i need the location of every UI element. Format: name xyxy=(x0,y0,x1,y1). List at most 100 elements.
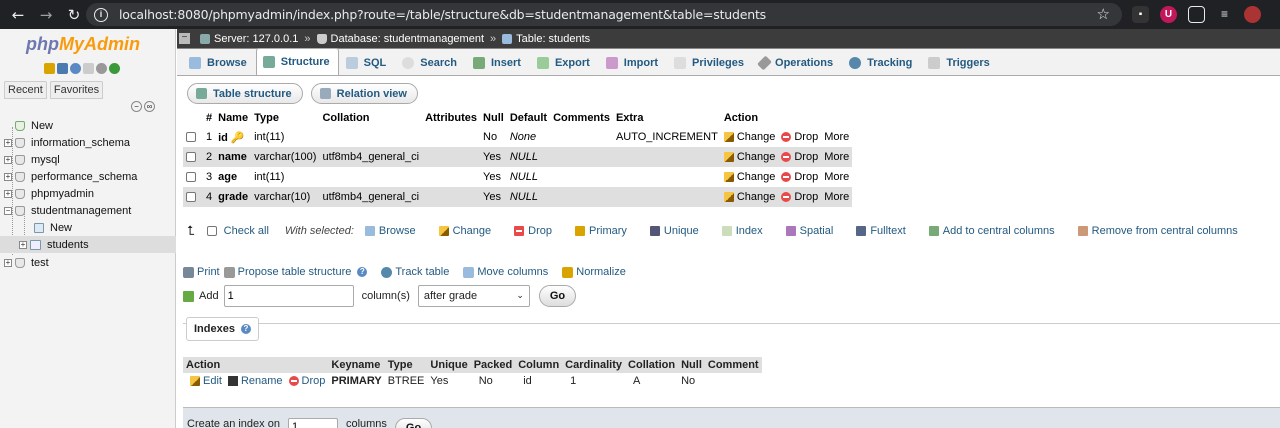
bulk-unique-button[interactable]: Unique xyxy=(649,225,699,237)
bookmark-star-icon[interactable]: ☆ xyxy=(1097,5,1110,23)
change-link[interactable]: Change xyxy=(720,187,779,207)
bulk-remove-central-button[interactable]: Remove from central columns xyxy=(1077,225,1238,237)
help-icon[interactable] xyxy=(70,63,81,74)
breadcrumb-database[interactable]: Database: studentmanagement xyxy=(316,33,484,45)
tree-item-new-table[interactable]: New xyxy=(20,219,72,236)
forward-arrow-icon[interactable]: → xyxy=(32,6,60,24)
breadcrumb-table[interactable]: Table: students xyxy=(502,33,590,45)
expand-icon[interactable]: + xyxy=(4,258,12,267)
subtab-table-structure[interactable]: Table structure xyxy=(187,83,303,104)
tab-recent[interactable]: Recent xyxy=(4,81,47,99)
tree-item-students[interactable]: + students xyxy=(0,236,176,253)
drop-icon xyxy=(781,152,792,163)
tab-triggers[interactable]: Triggers xyxy=(921,50,998,75)
check-all-checkbox[interactable] xyxy=(206,226,217,236)
row-checkbox[interactable] xyxy=(186,132,196,143)
tab-operations[interactable]: Operations xyxy=(753,50,842,75)
bulk-index-button[interactable]: Index xyxy=(721,225,763,237)
tab-export[interactable]: Export xyxy=(530,50,599,75)
more-dropdown[interactable]: More xyxy=(821,167,853,187)
expand-icon[interactable]: + xyxy=(4,138,12,147)
link-with-main-icon[interactable]: ∞ xyxy=(144,101,155,112)
home-icon[interactable] xyxy=(44,63,55,74)
tree-item-new[interactable]: New xyxy=(4,117,53,134)
bulk-spatial-button[interactable]: Spatial xyxy=(785,225,833,237)
collapse-all-icon[interactable]: − xyxy=(131,101,142,112)
expand-icon[interactable]: + xyxy=(4,189,12,198)
row-checkbox[interactable] xyxy=(186,152,196,163)
reload-icon[interactable]: ↻ xyxy=(60,6,88,24)
tab-import[interactable]: Import xyxy=(599,50,667,75)
address-bar[interactable]: i localhost:8080/phpmyadmin/index.php?ro… xyxy=(86,3,1122,26)
track-table-link[interactable]: Track table xyxy=(381,266,449,278)
index-edit-link[interactable]: Edit xyxy=(183,373,225,389)
extensions-puzzle-icon[interactable] xyxy=(1188,6,1205,23)
collapse-panel-icon[interactable]: − xyxy=(179,33,190,44)
docs-icon[interactable] xyxy=(83,63,94,74)
bulk-browse-button[interactable]: Browse xyxy=(364,225,416,237)
url-text[interactable]: localhost:8080/phpmyadmin/index.php?rout… xyxy=(119,7,766,22)
tree-item-information-schema[interactable]: + information_schema xyxy=(4,134,130,151)
back-arrow-icon[interactable]: ← xyxy=(4,6,32,24)
table-row: 4 grade varchar(10) utf8mb4_general_ci Y… xyxy=(183,187,853,207)
phpmyadmin-logo[interactable]: phpMyAdmin xyxy=(26,34,140,55)
add-go-button[interactable]: Go xyxy=(538,285,577,307)
bulk-add-central-button[interactable]: Add to central columns xyxy=(928,225,1055,237)
row-checkbox[interactable] xyxy=(186,172,196,183)
bulk-drop-button[interactable]: Drop xyxy=(514,225,552,237)
help-icon[interactable]: ? xyxy=(357,267,368,277)
print-link[interactable]: Print xyxy=(183,266,220,278)
tab-structure[interactable]: Structure xyxy=(255,48,339,75)
create-index-count-input[interactable] xyxy=(287,418,338,428)
change-link[interactable]: Change xyxy=(720,167,779,187)
subtab-relation-view[interactable]: Relation view xyxy=(310,83,418,104)
media-controls-icon[interactable]: ≡ xyxy=(1216,6,1233,23)
help-icon[interactable]: ? xyxy=(240,324,251,334)
column-count-input[interactable] xyxy=(223,285,354,307)
change-link[interactable]: Change xyxy=(720,127,779,147)
tree-item-test[interactable]: + test xyxy=(4,254,49,271)
tab-privileges[interactable]: Privileges xyxy=(667,50,753,75)
bulk-fulltext-button[interactable]: Fulltext xyxy=(856,225,906,237)
reload-navigation-icon[interactable] xyxy=(109,63,120,74)
drop-link[interactable]: Drop xyxy=(778,167,822,187)
bulk-change-button[interactable]: Change xyxy=(438,225,491,237)
extension-icon[interactable]: ▪ xyxy=(1132,6,1149,23)
logout-icon[interactable] xyxy=(57,63,68,74)
tree-item-mysql[interactable]: + mysql xyxy=(4,151,60,168)
breadcrumb-server[interactable]: Server: 127.0.0.1 xyxy=(200,33,298,45)
row-checkbox[interactable] xyxy=(186,192,196,203)
propose-structure-link[interactable]: Propose table structure? xyxy=(223,266,368,278)
more-dropdown[interactable]: More xyxy=(821,187,853,207)
drop-link[interactable]: Drop xyxy=(778,147,822,167)
site-info-icon[interactable]: i xyxy=(94,7,108,22)
expand-icon[interactable]: + xyxy=(4,155,12,164)
drop-link[interactable]: Drop xyxy=(778,187,822,207)
index-rename-link[interactable]: Rename xyxy=(224,373,286,389)
change-link[interactable]: Change xyxy=(720,147,779,167)
profile-avatar[interactable] xyxy=(1244,6,1261,23)
tab-tracking[interactable]: Tracking xyxy=(842,50,921,75)
position-select[interactable]: after grade ⌄ xyxy=(417,285,530,307)
check-all-label[interactable]: Check all xyxy=(224,225,269,237)
more-dropdown[interactable]: More xyxy=(821,147,853,167)
expand-icon[interactable]: + xyxy=(4,172,12,181)
normalize-link[interactable]: Normalize xyxy=(562,266,626,278)
tree-item-performance-schema[interactable]: + performance_schema xyxy=(4,168,137,185)
expand-icon[interactable]: + xyxy=(19,240,27,249)
more-dropdown[interactable]: More xyxy=(821,127,853,147)
tab-insert[interactable]: Insert xyxy=(466,50,530,75)
create-index-go-button[interactable]: Go xyxy=(394,418,433,428)
tab-search[interactable]: Search xyxy=(395,50,466,75)
tab-favorites[interactable]: Favorites xyxy=(49,81,104,99)
tab-browse[interactable]: Browse xyxy=(182,50,256,75)
tree-item-phpmyadmin[interactable]: + phpmyadmin xyxy=(4,185,94,202)
settings-icon[interactable] xyxy=(96,63,107,74)
tab-sql[interactable]: SQL xyxy=(339,50,396,75)
collapse-icon[interactable]: − xyxy=(4,206,12,215)
bulk-primary-button[interactable]: Primary xyxy=(575,225,627,237)
move-columns-link[interactable]: Move columns xyxy=(463,266,548,278)
shield-extension-icon[interactable]: U xyxy=(1160,6,1177,23)
index-drop-link[interactable]: Drop xyxy=(285,373,329,389)
drop-link[interactable]: Drop xyxy=(778,127,822,147)
